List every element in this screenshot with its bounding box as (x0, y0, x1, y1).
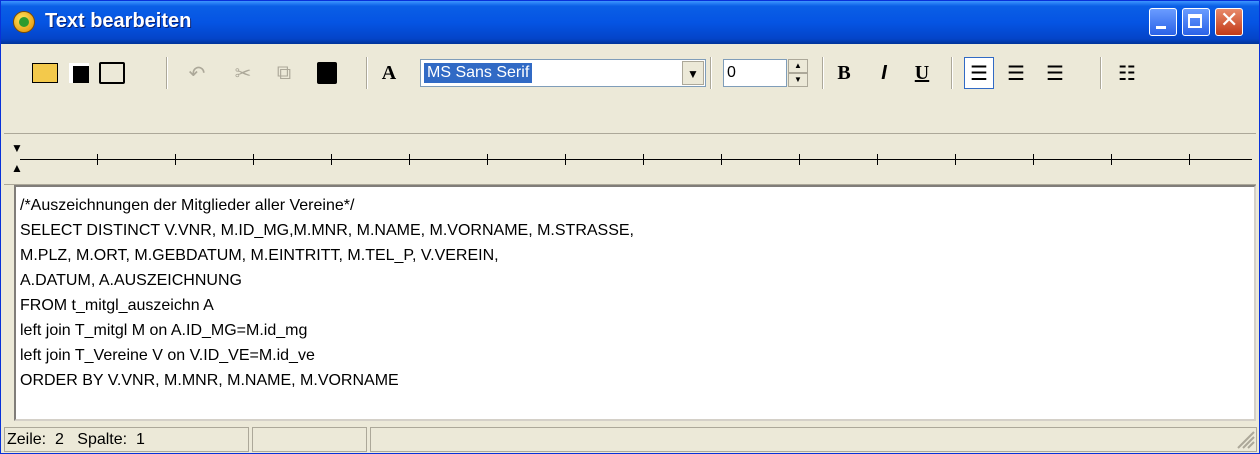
toolbar-separator (166, 57, 168, 89)
minimize-icon (1156, 26, 1166, 29)
editor-line: /*Auszeichnungen der Mitglieder aller Ve… (20, 197, 355, 214)
font-icon: A (381, 61, 397, 84)
spin-up-button[interactable]: ▲ (788, 59, 808, 73)
bold-button[interactable]: B (832, 57, 856, 89)
ruler-tick (487, 154, 488, 165)
align-center-icon: ☰ (1007, 62, 1025, 85)
resize-grip-icon[interactable] (1237, 431, 1255, 449)
undo-button[interactable]: ↶ (184, 57, 210, 89)
maximize-icon (1188, 14, 1202, 28)
ruler-tick (331, 154, 332, 165)
save-button[interactable] (65, 57, 93, 89)
line-label: Zeile: (7, 431, 47, 448)
scissors-icon: ✂ (234, 62, 252, 85)
align-left-button[interactable]: ☰ (964, 57, 994, 89)
underline-button[interactable]: U (910, 57, 934, 89)
toolbar-separator (951, 57, 953, 89)
ruler-tick (1111, 154, 1112, 165)
status-position: Zeile: 2 Spalte: 1 (4, 427, 249, 452)
editor-line: ORDER BY V.VNR, M.MNR, M.NAME, M.VORNAME (20, 372, 399, 389)
align-right-button[interactable]: ☰ (1041, 57, 1069, 89)
ruler-tick (721, 154, 722, 165)
bullet-list-button[interactable]: ☷ (1113, 57, 1141, 89)
clipboard-icon (317, 62, 337, 84)
editor-line: SELECT DISTINCT V.VNR, M.ID_MG,M.MNR, M.… (20, 222, 634, 239)
copy-icon: ⧉ (276, 61, 292, 84)
ruler-tick (1189, 154, 1190, 165)
ruler-tick (409, 154, 410, 165)
editor-line: A.DATUM, A.AUSZEICHNUNG (20, 272, 242, 289)
toolbar-separator (366, 57, 368, 89)
ruler-tick (97, 154, 98, 165)
ruler-tick (1033, 154, 1034, 165)
font-name-value: MS Sans Serif (424, 63, 533, 83)
ruler-tick (955, 154, 956, 165)
italic-button[interactable]: I (872, 57, 896, 89)
close-icon: ✕ (1220, 8, 1239, 33)
minimize-button[interactable] (1149, 8, 1177, 36)
column-value: 1 (135, 431, 145, 448)
line-value: 2 (55, 431, 64, 448)
title-bar[interactable]: Text bearbeiten ✕ (1, 1, 1259, 44)
close-button[interactable]: ✕ (1215, 8, 1243, 36)
text-editor-area[interactable]: /*Auszeichnungen der Mitglieder aller Ve… (14, 185, 1256, 421)
spin-down-button[interactable]: ▼ (788, 73, 808, 87)
ruler-tick (799, 154, 800, 165)
editor-line: left join T_mitgl M on A.ID_MG=M.id_mg (20, 322, 308, 339)
chevron-down-icon[interactable]: ▼ (682, 61, 704, 85)
first-line-indent-marker[interactable]: ▼ (11, 142, 23, 154)
maximize-button[interactable] (1182, 8, 1210, 36)
editor-line: M.PLZ, M.ORT, M.GEBDATUM, M.EINTRITT, M.… (20, 247, 499, 264)
open-folder-icon (32, 63, 58, 83)
font-size-input[interactable]: 0 (723, 59, 787, 87)
bullet-list-icon: ☷ (1118, 62, 1136, 85)
cut-button[interactable]: ✂ (230, 57, 256, 89)
ruler-tick (565, 154, 566, 165)
font-name-select[interactable]: MS Sans Serif ▼ (420, 59, 706, 87)
editor-line: left join T_Vereine V on V.ID_VE=M.id_ve (20, 347, 315, 364)
left-indent-marker[interactable]: ▲ (11, 162, 23, 174)
toolbar-separator (1100, 57, 1102, 89)
printer-icon (99, 62, 125, 84)
print-button[interactable] (97, 57, 127, 89)
toolbar-separator (822, 57, 824, 89)
copy-button[interactable]: ⧉ (270, 57, 298, 89)
app-icon (13, 11, 35, 33)
align-center-button[interactable]: ☰ (1002, 57, 1030, 89)
paste-button[interactable] (312, 57, 342, 89)
window-title: Text bearbeiten (45, 10, 192, 32)
ruler: ▼ ▲ (4, 133, 1256, 185)
align-left-icon: ☰ (970, 62, 988, 85)
open-file-button[interactable] (29, 57, 61, 89)
undo-icon: ↶ (188, 62, 206, 85)
align-right-icon: ☰ (1046, 62, 1064, 85)
text-editor-window: Text bearbeiten ✕ ↶ ✂ ⧉ A B I U ☰ ☰ ☰ ☷ … (0, 0, 1260, 454)
toolbar-separator (710, 57, 712, 89)
status-pane (252, 427, 367, 452)
ruler-tick (253, 154, 254, 165)
status-bar: Zeile: 2 Spalte: 1 (1, 425, 1259, 453)
status-pane (370, 427, 1257, 452)
column-label: Spalte: (77, 431, 128, 448)
ruler-tick (175, 154, 176, 165)
ruler-tick (877, 154, 878, 165)
ruler-baseline (20, 159, 1252, 160)
ruler-tick (643, 154, 644, 165)
editor-line: FROM t_mitgl_auszeichn A (20, 297, 214, 314)
floppy-disk-icon (69, 63, 89, 83)
